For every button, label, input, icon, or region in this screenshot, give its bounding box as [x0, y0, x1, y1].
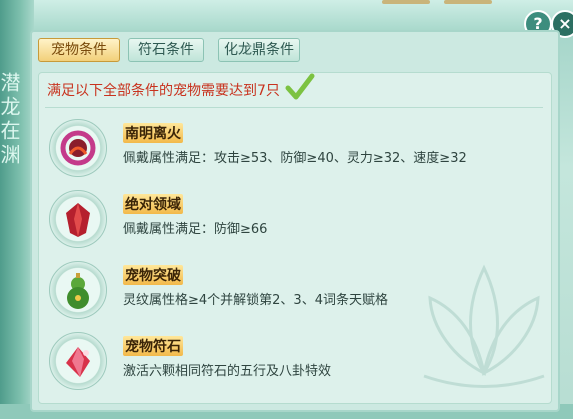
red-crystal-icon: [49, 190, 107, 248]
game-top-bar: [0, 0, 573, 30]
condition-desc: 佩戴属性满足：攻击≥53、防御≥40、灵力≥32、速度≥32: [123, 151, 467, 166]
condition-row: 宠物符石 激活六颗相同符石的五行及八卦特效: [45, 328, 535, 398]
divider: [45, 107, 543, 108]
condition-desc: 灵纹属性格≥4个并解锁第2、3、4词条天赋格: [123, 293, 388, 308]
condition-row: 绝对领域 佩戴属性满足：防御≥66: [45, 186, 535, 256]
tab-rune-conditions[interactable]: 符石条件: [128, 38, 204, 62]
side-scroll-text: 潜龙在渊: [0, 72, 21, 168]
conditions-panel: 宠物条件 符石条件 化龙鼎条件 满足以下全部条件的宠物需要达到7只 南明离火 佩…: [30, 30, 560, 412]
condition-name: 宠物突破: [123, 265, 183, 285]
condition-row: 宠物突破 灵纹属性格≥4个并解锁第2、3、4词条天赋格: [45, 257, 535, 327]
game-left-edge: [0, 0, 34, 419]
checkmark-icon: [285, 73, 315, 100]
gourd-icon: [49, 261, 107, 319]
top-hud-button: [444, 0, 492, 4]
condition-desc: 佩戴属性满足：防御≥66: [123, 222, 268, 237]
condition-row: 南明离火 佩戴属性满足：攻击≥53、防御≥40、灵力≥32、速度≥32: [45, 115, 535, 185]
condition-name: 南明离火: [123, 123, 183, 143]
conditions-content: 满足以下全部条件的宠物需要达到7只 南明离火 佩戴属性满足：攻击≥53、防御≥4…: [38, 72, 552, 404]
tab-pet-conditions[interactable]: 宠物条件: [38, 38, 120, 62]
tab-dragon-cauldron-conditions[interactable]: 化龙鼎条件: [218, 38, 300, 62]
condition-name: 宠物符石: [123, 336, 183, 356]
condition-desc: 激活六颗相同符石的五行及八卦特效: [123, 364, 332, 379]
condition-name: 绝对领域: [123, 194, 183, 214]
top-hud-button: [382, 0, 430, 4]
summary-text: 满足以下全部条件的宠物需要达到7只: [47, 83, 280, 99]
rune-stone-icon: [49, 332, 107, 390]
fire-ring-icon: [49, 119, 107, 177]
